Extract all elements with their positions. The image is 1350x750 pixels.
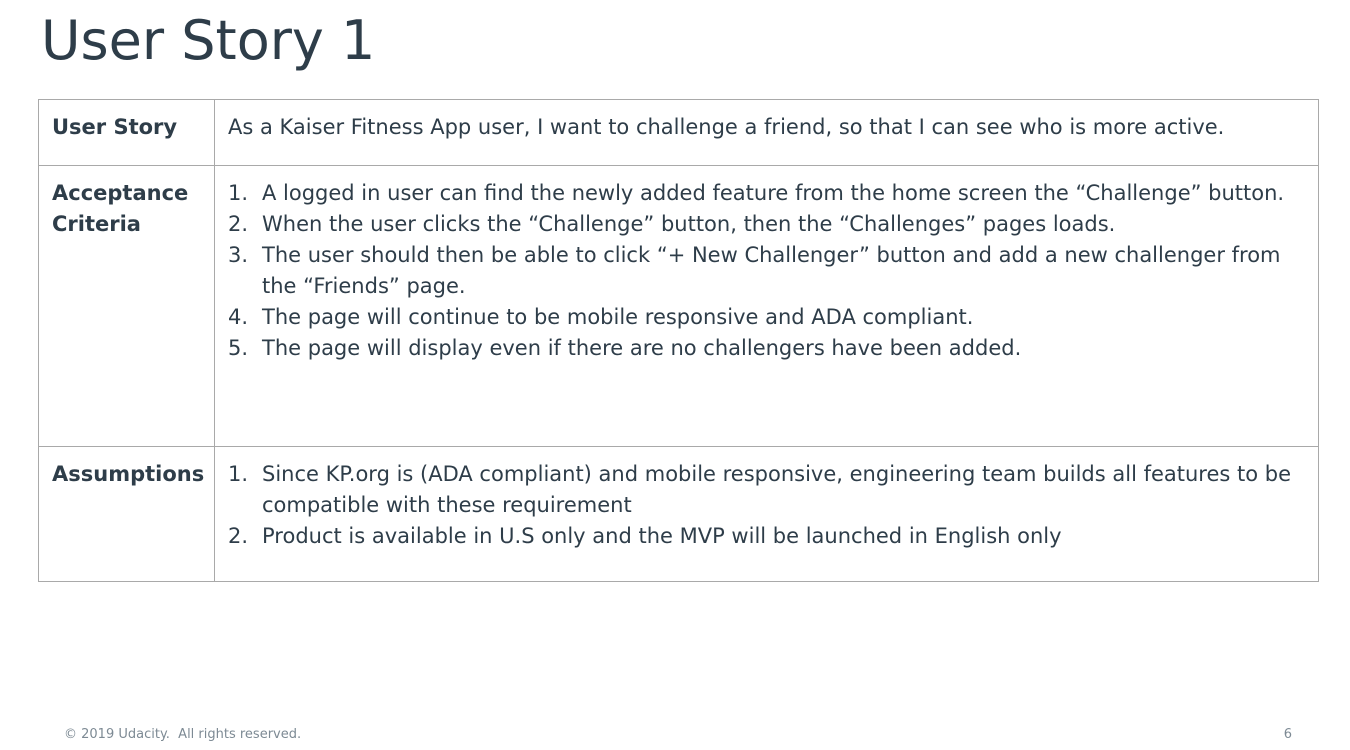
- user-story-text: As a Kaiser Fitness App user, I want to …: [214, 99, 1319, 166]
- list-item: 2. Product is available in U.S only and …: [228, 521, 1308, 552]
- acceptance-criteria-row: Acceptance Criteria 1. A logged in user …: [38, 165, 1319, 447]
- list-item-number: 2.: [228, 212, 249, 236]
- list-item-text: Product is available in U.S only and the…: [262, 524, 1062, 548]
- list-item: 4. The page will continue to be mobile r…: [228, 302, 1308, 333]
- list-item-text: The user should then be able to click “+…: [262, 243, 1281, 298]
- slide-title: User Story 1: [41, 9, 376, 72]
- list-item: 3. The user should then be able to click…: [228, 240, 1308, 302]
- list-item: 1. A logged in user can find the newly a…: [228, 178, 1308, 209]
- list-item-number: 2.: [228, 524, 249, 548]
- list-item-text: Since KP.org is (ADA compliant) and mobi…: [262, 462, 1292, 517]
- list-item-text: A logged in user can find the newly adde…: [262, 181, 1285, 205]
- list-item-number: 5.: [228, 336, 249, 360]
- list-item-text: When the user clicks the “Challenge” but…: [262, 212, 1116, 236]
- list-item: 5. The page will display even if there a…: [228, 333, 1308, 364]
- list-item-text: The page will continue to be mobile resp…: [262, 305, 974, 329]
- list-item-text: The page will display even if there are …: [262, 336, 1022, 360]
- list-item: 1. Since KP.org is (ADA compliant) and m…: [228, 459, 1308, 521]
- copyright-footer: © 2019 Udacity. All rights reserved.: [64, 727, 302, 742]
- assumptions-content: 1. Since KP.org is (ADA compliant) and m…: [214, 446, 1319, 582]
- list-item-number: 1.: [228, 181, 249, 205]
- assumptions-row: Assumptions 1. Since KP.org is (ADA comp…: [38, 446, 1319, 582]
- list-item-number: 3.: [228, 243, 249, 267]
- acceptance-criteria-list: 1. A logged in user can find the newly a…: [228, 178, 1308, 364]
- list-item-number: 1.: [228, 462, 249, 486]
- user-story-table: User Story As a Kaiser Fitness App user,…: [38, 99, 1319, 582]
- assumptions-list: 1. Since KP.org is (ADA compliant) and m…: [228, 459, 1308, 552]
- user-story-label: User Story: [38, 99, 215, 166]
- user-story-row: User Story As a Kaiser Fitness App user,…: [38, 99, 1319, 166]
- acceptance-criteria-label-line1: Acceptance: [52, 181, 189, 205]
- assumptions-label: Assumptions: [38, 446, 215, 582]
- acceptance-criteria-label: Acceptance Criteria: [38, 165, 215, 447]
- acceptance-criteria-label-line2: Criteria: [52, 212, 141, 236]
- acceptance-criteria-content: 1. A logged in user can find the newly a…: [214, 165, 1319, 447]
- list-item: 2. When the user clicks the “Challenge” …: [228, 209, 1308, 240]
- list-item-number: 4.: [228, 305, 249, 329]
- page-number: 6: [1283, 727, 1292, 742]
